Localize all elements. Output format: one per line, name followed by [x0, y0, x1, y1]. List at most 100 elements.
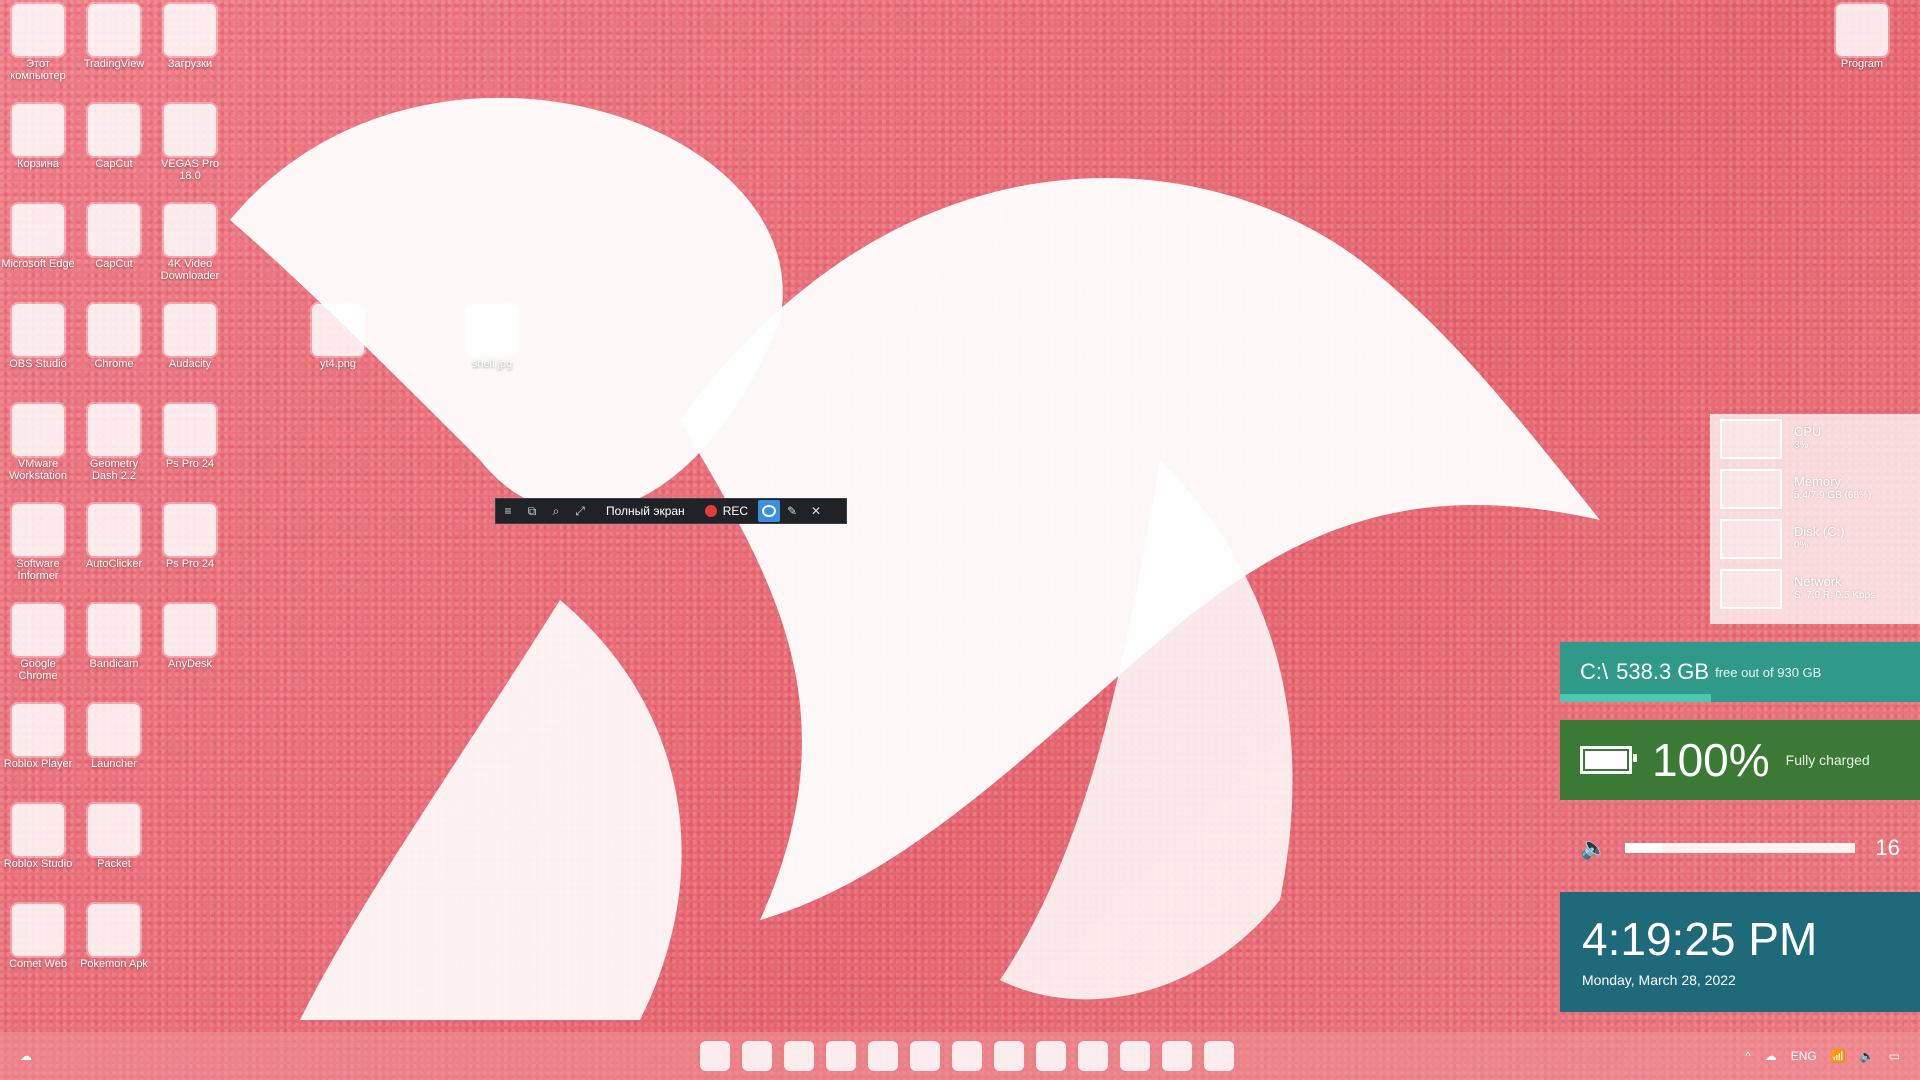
app-icon	[88, 4, 140, 56]
weather-widget[interactable]: ☁	[20, 1049, 40, 1063]
desktop-icon-yt4[interactable]: yt4.png	[300, 300, 376, 386]
disk-value: 0%	[1794, 540, 1809, 551]
edge-icon[interactable]	[994, 1041, 1024, 1071]
desktop-icon-downloads[interactable]: Загрузки	[152, 0, 228, 86]
app-icon	[164, 404, 216, 456]
capture-mode-label[interactable]: Полный экран	[592, 504, 705, 518]
perf-row-network: Network S: 7.9 R: 0.5 Kbps	[1710, 564, 1920, 614]
desktop-icon-geometry-dash[interactable]: Geometry Dash 2.2	[76, 400, 152, 486]
image-file-icon	[466, 304, 518, 356]
windows-icon[interactable]: ⧉	[520, 499, 544, 523]
desktop-icon-tradingview[interactable]: TradingView	[76, 0, 152, 86]
memory-value: 5.4/7.9 GB (68%)	[1794, 490, 1872, 501]
desktop-icon-capcut-2[interactable]: CapCut	[76, 200, 152, 286]
desktop-icon-audacity[interactable]: Audacity	[152, 300, 228, 386]
clock-time: 4:19:25 PM	[1582, 913, 1818, 965]
app-icon	[12, 404, 64, 456]
app-icon[interactable]	[1120, 1041, 1150, 1071]
widgets-icon[interactable]	[826, 1041, 856, 1071]
resize-icon[interactable]: ⤢	[568, 499, 592, 523]
desktop-icon-roblox-studio[interactable]: Roblox Studio	[0, 800, 76, 886]
desktop-icon-chrome[interactable]: Chrome	[76, 300, 152, 386]
app-icon	[88, 104, 140, 156]
perf-row-disk: Disk (C:) 0%	[1710, 514, 1920, 564]
network-value: S: 7.9 R: 0.5 Kbps	[1794, 590, 1876, 601]
cpu-graph	[1720, 419, 1782, 459]
search-region-icon[interactable]: ⌕	[544, 499, 568, 523]
disk-widget: C:\ 538.3 GB free out of 930 GB	[1560, 642, 1920, 702]
app-icon	[164, 504, 216, 556]
desktop-icon-roblox-player[interactable]: Roblox Player	[0, 700, 76, 786]
browser-icon	[88, 304, 140, 356]
paint-icon[interactable]	[1162, 1041, 1192, 1071]
battery-tray-icon[interactable]: ▭	[1889, 1049, 1900, 1063]
memory-label: Memory	[1794, 474, 1841, 489]
game-icon	[12, 704, 64, 756]
desktop-icon-software-informer[interactable]: Software Informer	[0, 500, 76, 586]
desktop-icon-packet[interactable]: Packet	[76, 800, 152, 886]
game-icon	[88, 404, 140, 456]
mouse-icon	[88, 504, 140, 556]
headphones-icon	[164, 304, 216, 356]
cpu-value: 3%	[1794, 440, 1809, 451]
computer-icon	[12, 4, 64, 56]
close-icon[interactable]: ✕	[804, 499, 828, 523]
desktop-icon-obs[interactable]: OBS Studio	[0, 300, 76, 386]
battery-percent: 100%	[1652, 734, 1770, 786]
menu-icon[interactable]: ≡	[496, 499, 520, 523]
store-icon[interactable]	[952, 1041, 982, 1071]
desktop-icon-this-pc[interactable]: Этот компьютер	[0, 0, 76, 86]
record-button[interactable]: REC	[704, 504, 758, 518]
start-icon[interactable]	[700, 1041, 730, 1071]
system-tray: ^ ☁ ENG 📶 🔈 ▭	[1745, 1049, 1900, 1063]
pencil-icon[interactable]: ✎	[780, 499, 804, 523]
volume-icon[interactable]: 🔈	[1860, 1049, 1875, 1063]
desktop-icon-edge[interactable]: Microsoft Edge	[0, 200, 76, 286]
desktop-icon-vmware[interactable]: VMware Workstation	[0, 400, 76, 486]
desktop-icon-ps-pro-2[interactable]: Ps Pro 24	[152, 500, 228, 586]
volume-value: 16	[1875, 835, 1900, 860]
cloud-icon[interactable]: ☁	[1765, 1049, 1777, 1063]
app-icon	[12, 504, 64, 556]
wifi-icon[interactable]: 📶	[1831, 1049, 1846, 1063]
recycle-bin-icon	[12, 104, 64, 156]
record-icon	[704, 505, 717, 517]
desktop-icon-autoclicker[interactable]: AutoClicker	[76, 500, 152, 586]
speaker-icon[interactable]: 🔈	[1580, 835, 1607, 861]
file-explorer-icon[interactable]	[910, 1041, 940, 1071]
language-indicator[interactable]: ENG	[1791, 1049, 1817, 1063]
app-icon	[164, 204, 216, 256]
desktop-icon-google-chrome[interactable]: Google Chrome	[0, 600, 76, 686]
desktop-icon-ps-pro[interactable]: Ps Pro 24	[152, 400, 228, 486]
desktop-icon-shell[interactable]: shell.jpg	[454, 300, 530, 386]
app-icon	[88, 804, 140, 856]
battery-widget: 100% Fully charged	[1560, 720, 1920, 800]
perf-row-memory: Memory 5.4/7.9 GB (68%)	[1710, 464, 1920, 514]
weather-icon: ☁	[20, 1049, 32, 1063]
chrome-icon[interactable]	[1036, 1041, 1066, 1071]
desktop-icon-capcut[interactable]: CapCut	[76, 100, 152, 186]
app-icon	[164, 104, 216, 156]
disk-total: free out of 930 GB	[1715, 664, 1822, 680]
bandicam-icon[interactable]	[1204, 1041, 1234, 1071]
chat-icon[interactable]	[868, 1041, 898, 1071]
desktop-icon-bandicam[interactable]: Bandicam	[76, 600, 152, 686]
desktop-icon-program[interactable]: Program	[1824, 0, 1900, 86]
desktop-icon-vegas[interactable]: VEGAS Pro 18.0	[152, 100, 228, 186]
desktop-icon-recycle-bin[interactable]: Корзина	[0, 100, 76, 186]
desktop-icon-launcher[interactable]: Launcher	[76, 700, 152, 786]
desktop-icon-pokemon-apk[interactable]: Pokemon Apk	[76, 900, 152, 986]
desktop-icon-4k-downloader[interactable]: 4K Video Downloader	[152, 200, 228, 286]
camera-icon[interactable]	[758, 500, 781, 522]
taskbar-apps	[700, 1041, 1234, 1071]
desktop-icon-anydesk[interactable]: AnyDesk	[152, 600, 228, 686]
media-icon[interactable]	[1078, 1041, 1108, 1071]
clock-widget: 4:19:25 PM Monday, March 28, 2022	[1560, 892, 1920, 1012]
browser-icon	[12, 904, 64, 956]
disk-path: C:\	[1580, 659, 1609, 684]
volume-slider[interactable]	[1625, 843, 1856, 853]
chevron-up-icon[interactable]: ^	[1745, 1049, 1751, 1063]
task-view-icon[interactable]	[784, 1041, 814, 1071]
search-icon[interactable]	[742, 1041, 772, 1071]
desktop-icon-comet-web[interactable]: Comet Web	[0, 900, 76, 986]
